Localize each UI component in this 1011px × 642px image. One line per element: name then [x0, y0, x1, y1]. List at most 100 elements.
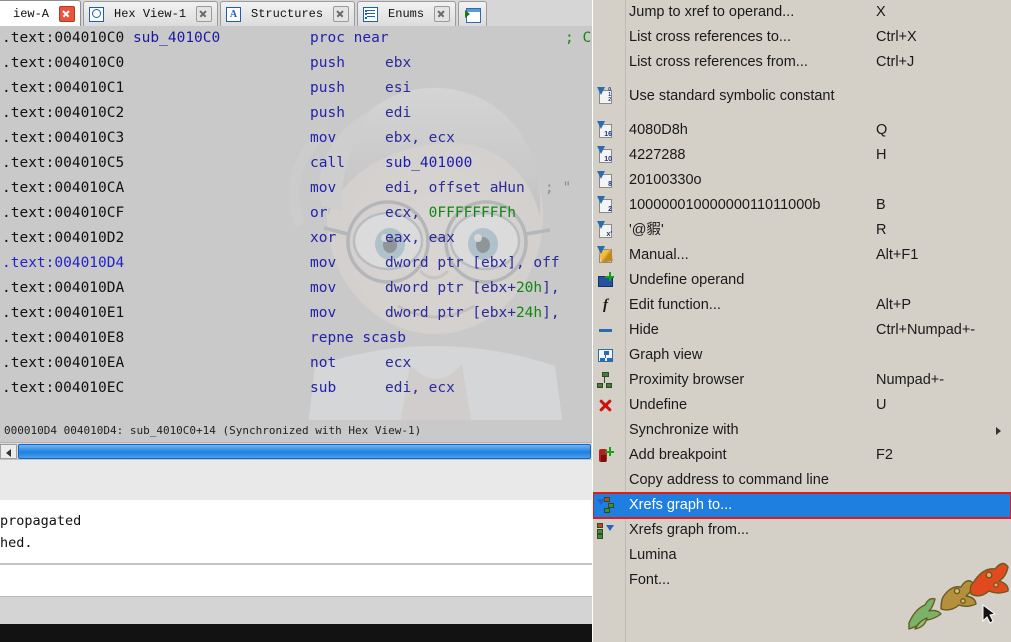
- status-bar: [0, 596, 592, 625]
- menu-item-hide[interactable]: Hide Ctrl+Numpad+-: [593, 318, 1011, 343]
- tab-hex-view-1[interactable]: Hex View-1: [83, 1, 219, 26]
- disassembly-line[interactable]: .text:004010D2 xor eax, eax: [0, 226, 592, 251]
- disassembly-line[interactable]: .text:004010EC sub edi, ecx: [0, 376, 592, 401]
- menu-item-label: Use standard symbolic constant: [629, 88, 835, 104]
- close-icon[interactable]: [59, 5, 76, 22]
- menu-item-shortcut: F2: [876, 447, 893, 463]
- menu-item-label: Jump to xref to operand...: [629, 4, 795, 20]
- menu-item-label: Add breakpoint: [629, 447, 727, 463]
- line-operands[interactable]: edi: [385, 101, 411, 126]
- menu-item-font[interactable]: Font...: [593, 568, 1011, 593]
- menu-item-xrefs-graph-to[interactable]: Xrefs graph to...: [593, 492, 1011, 519]
- disassembly-line[interactable]: .text:004010C5 call sub_401000: [0, 151, 592, 176]
- line-mnemonic: or: [310, 205, 328, 221]
- manual-icon: [597, 246, 614, 264]
- disassembly-line[interactable]: .text:004010CA mov edi, offset aHun ; ": [0, 176, 592, 201]
- disassembly-line[interactable]: .text:004010DA mov dword ptr [ebx+20h],: [0, 276, 592, 301]
- tab-imports[interactable]: [458, 1, 488, 26]
- line-address: .text:004010D4: [2, 255, 125, 271]
- menu-item-label: 10000001000000011011000b: [629, 197, 821, 213]
- disassembly-lines: .text:004010C0 sub_4010C0proc near; CO.t…: [0, 26, 592, 401]
- imports-icon: [465, 7, 482, 23]
- menu-item-add-breakpoint[interactable]: Add breakpoint F2: [593, 443, 1011, 468]
- tab-structures[interactable]: A Structures: [220, 1, 356, 26]
- disassembly-line[interactable]: .text:004010C2 push edi: [0, 101, 592, 126]
- disassembly-line[interactable]: .text:004010E8 repne scasb: [0, 326, 592, 351]
- menu-item-shortcut: Q: [876, 122, 888, 138]
- scroll-left-arrow-icon[interactable]: [0, 444, 17, 459]
- disassembly-line[interactable]: .text:004010EA not ecx: [0, 351, 592, 376]
- menu-item-list-cross-references-from[interactable]: List cross references from... Ctrl+J: [593, 50, 1011, 75]
- line-operands[interactable]: dword ptr [ebx+20h],: [385, 276, 560, 301]
- line-mnemonic: mov: [310, 280, 337, 296]
- menu-item-list-cross-references-to[interactable]: List cross references to... Ctrl+X: [593, 25, 1011, 50]
- line-address: .text:004010CF: [2, 205, 125, 221]
- menu-item-undefine-operand[interactable]: Undefine operand: [593, 268, 1011, 293]
- menu-item-jump-to-xref-to-operand[interactable]: Jump to xref to operand... X: [593, 0, 1011, 25]
- disassembly-line[interactable]: .text:004010C0 sub_4010C0 proc near ; CO: [0, 26, 592, 51]
- chevron-right-icon: [996, 427, 1001, 435]
- menu-item-lumina[interactable]: Lumina: [593, 543, 1011, 568]
- line-mnemonic: push: [310, 80, 345, 96]
- menu-item-label: List cross references to...: [629, 29, 791, 45]
- menu-item-[interactable]: x' '@貑' R: [593, 218, 1011, 243]
- disassembly-line[interactable]: .text:004010D4 mov dword ptr [ebx], off: [0, 251, 592, 276]
- close-icon[interactable]: [333, 6, 350, 22]
- line-mnemonic: mov: [310, 305, 337, 321]
- menu-item-label: Proximity browser: [629, 372, 745, 388]
- function-name[interactable]: sub_4010C0: [124, 30, 220, 46]
- menu-item-label: Manual...: [629, 247, 689, 263]
- line-operands[interactable]: esi: [385, 76, 411, 101]
- menu-item-edit-function[interactable]: f Edit function... Alt+P: [593, 293, 1011, 318]
- disassembly-line[interactable]: .text:004010C0 push ebx: [0, 51, 592, 76]
- line-operands[interactable]: dword ptr [ebx], off: [385, 251, 560, 276]
- command-line-input[interactable]: [0, 565, 592, 596]
- menu-item-xrefs-graph-from[interactable]: Xrefs graph from...: [593, 518, 1011, 543]
- line-operands[interactable]: ebx: [385, 51, 411, 76]
- line-mnemonic: mov: [310, 130, 337, 146]
- line-operands[interactable]: ecx, 0FFFFFFFFh: [385, 201, 516, 226]
- menu-item-synchronize-with[interactable]: Synchronize with: [593, 418, 1011, 443]
- close-icon[interactable]: [196, 6, 213, 22]
- line-operands[interactable]: edi, offset aHun: [385, 176, 525, 201]
- line-operands[interactable]: dword ptr [ebx+24h],: [385, 301, 560, 326]
- disassembly-view[interactable]: .text:004010C0 sub_4010C0proc near; CO.t…: [0, 26, 592, 420]
- line-address: .text:004010E8: [2, 330, 125, 346]
- close-icon[interactable]: [434, 6, 451, 22]
- line-operands[interactable]: edi, ecx: [385, 376, 455, 401]
- disassembly-line[interactable]: .text:004010E1 mov dword ptr [ebx+24h],: [0, 301, 592, 326]
- line-comment: ; CO: [565, 30, 592, 46]
- tab-enums-label: Enums: [388, 7, 425, 21]
- disassembly-line[interactable]: .text:004010C3 mov ebx, ecx: [0, 126, 592, 151]
- menu-item-shortcut: Numpad+-: [876, 372, 945, 388]
- horizontal-scrollbar[interactable]: [0, 442, 592, 460]
- menu-item-shortcut: U: [876, 397, 887, 413]
- disassembly-line[interactable]: .text:004010C1 push esi: [0, 76, 592, 101]
- menu-item-4080d8h[interactable]: 16 4080D8h Q: [593, 118, 1011, 143]
- menu-item-proximity-browser[interactable]: Proximity browser Numpad+-: [593, 368, 1011, 393]
- line-operands[interactable]: ebx, ecx: [385, 126, 455, 151]
- context-menu[interactable]: Jump to xref to operand... X List cross re…: [592, 0, 1011, 642]
- menu-item-copy-address-to-command-line[interactable]: Copy address to command line: [593, 468, 1011, 493]
- menu-item-undefine[interactable]: Undefine U: [593, 393, 1011, 418]
- line-address: .text:004010C3: [2, 130, 125, 146]
- menu-separator: [593, 109, 1011, 118]
- menu-item-10000001000000011011000b[interactable]: 2 10000001000000011011000b B: [593, 193, 1011, 218]
- add-breakpoint-icon: [597, 447, 614, 464]
- tab-ida-view-a[interactable]: iew-A: [0, 0, 82, 26]
- menu-item-use-standard-symbolic-constant[interactable]: 0 1 2 Use standard symbolic constant: [593, 84, 1011, 109]
- menu-item-4227288[interactable]: 10 4227288 H: [593, 143, 1011, 168]
- tab-enums[interactable]: Enums: [357, 1, 457, 26]
- disassembly-line[interactable]: .text:004010CF or ecx, 0FFFFFFFFh: [0, 201, 592, 226]
- menu-item-manual[interactable]: Manual... Alt+F1: [593, 243, 1011, 268]
- line-operands[interactable]: sub_401000: [385, 151, 472, 176]
- line-address: .text:004010C2: [2, 105, 125, 121]
- tab-ida-view-a-label: iew-A: [13, 6, 50, 21]
- scrollbar-thumb[interactable]: [18, 444, 591, 459]
- line-operands[interactable]: ecx: [385, 351, 411, 376]
- line-operands[interactable]: eax, eax: [385, 226, 455, 251]
- menu-item-20100330o[interactable]: 8 20100330o: [593, 168, 1011, 193]
- menu-item-graph-view[interactable]: Graph view: [593, 343, 1011, 368]
- menu-item-label: Undefine: [629, 397, 688, 413]
- line-mnemonic: sub: [310, 380, 337, 396]
